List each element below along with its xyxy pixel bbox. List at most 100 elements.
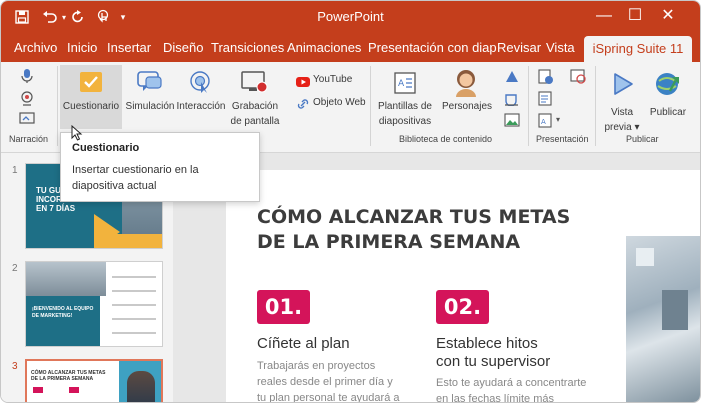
interaction-label[interactable]: Interacción xyxy=(176,101,226,112)
tab-ispring-suite[interactable]: iSpring Suite 11 xyxy=(584,36,692,62)
web-object-label[interactable]: Objeto Web xyxy=(313,97,366,108)
publish-label[interactable]: Publicar xyxy=(646,107,690,118)
slide-photo-detail xyxy=(636,248,654,266)
close-icon[interactable]: ✕ xyxy=(653,5,683,27)
youtube-icon[interactable] xyxy=(296,74,310,92)
slide-title-line: DE LA PRIMERA SEMANA xyxy=(257,231,521,253)
slide-number: 1 xyxy=(12,165,18,176)
slide-number: 2 xyxy=(12,263,18,274)
card-2-heading-line: con tu supervisor xyxy=(436,353,551,370)
sync-narration-icon[interactable] xyxy=(19,112,37,131)
ribbon-separator xyxy=(370,66,371,146)
svg-text:A: A xyxy=(398,79,405,89)
thumb-2-text-lines xyxy=(112,276,156,278)
slide-properties-icon[interactable] xyxy=(538,91,554,112)
screen-recording-icon[interactable] xyxy=(241,70,269,99)
publish-icon[interactable] xyxy=(654,71,682,102)
thumb-3-title-line: DE LA PRIMERA SEMANA xyxy=(31,376,94,382)
quiz-icon xyxy=(79,71,103,98)
preview-label-text: previa xyxy=(604,122,632,133)
preview-icon[interactable] xyxy=(612,72,634,101)
slide-photo-detail xyxy=(662,290,688,330)
slide-title-line: CÓMO ALCANZAR TUS METAS xyxy=(257,206,571,228)
simulation-label[interactable]: Simulación xyxy=(125,101,175,112)
image-icon[interactable] xyxy=(504,113,520,132)
web-object-icon[interactable] xyxy=(296,97,310,115)
thumb-2-panel xyxy=(26,296,100,346)
content-library-group-label: Biblioteca de contenido xyxy=(399,134,493,144)
title-bar: ▾ ▾ PowerPoint — ☐ ✕ xyxy=(1,1,700,34)
characters-icon[interactable] xyxy=(453,69,479,102)
quiz-label: Cuestionario xyxy=(62,101,120,112)
templates-label-1[interactable]: Plantillas de xyxy=(375,101,435,112)
card-2-number-badge: 02. xyxy=(436,290,489,324)
mouse-cursor-icon xyxy=(71,124,83,146)
card-2-heading-line: Establece hitos xyxy=(436,335,538,352)
card-1-number-badge: 01. xyxy=(257,290,310,324)
resources-dropdown-icon[interactable]: ▾ xyxy=(556,115,560,124)
screen-recording-label-2[interactable]: de pantalla xyxy=(227,116,283,127)
slide-editor[interactable]: CÓMO ALCANZAR TUS METAS DE LA PRIMERA SE… xyxy=(226,170,700,403)
thumb-2-photo xyxy=(26,262,106,296)
thumb-3-photo xyxy=(127,371,155,402)
player-icon[interactable] xyxy=(570,69,586,90)
simulation-icon[interactable] xyxy=(137,70,163,99)
resources-icon[interactable]: A xyxy=(538,113,554,134)
card-1-text: Trabajarás en proyectos reales desde el … xyxy=(257,358,437,403)
card-2-text-line: en las fechas límite más xyxy=(436,393,554,403)
thumb-1-title-line: EN 7 DÍAS xyxy=(36,204,76,213)
presentation-group-label: Presentación xyxy=(536,134,589,144)
ribbon-separator xyxy=(57,66,58,146)
minimize-icon[interactable]: — xyxy=(589,5,619,27)
templates-icon[interactable]: A xyxy=(393,71,417,100)
tooltip-body: Insertar cuestionario en la diapositiva … xyxy=(72,164,199,192)
shapes-icon[interactable] xyxy=(504,69,520,88)
preview-label-1[interactable]: Vista xyxy=(604,107,640,118)
card-2-text: Esto te ayudará a concentrarte en las fe… xyxy=(436,375,616,403)
slide-number: 3 xyxy=(12,361,18,372)
cup-icon[interactable] xyxy=(504,92,520,111)
characters-label[interactable]: Personajes xyxy=(441,101,493,112)
thumb-2-title-line: DE MARKETING! xyxy=(32,313,73,319)
thumb-2-title-line: ¡BIENVENIDO AL EQUIPO xyxy=(32,306,94,312)
narration-group-label: Narración xyxy=(9,134,49,144)
tab-archivo[interactable]: Archivo xyxy=(14,40,57,55)
quiz-tooltip: Cuestionario Insertar cuestionario en la… xyxy=(60,132,260,202)
svg-text:A: A xyxy=(541,118,546,126)
maximize-icon[interactable]: ☐ xyxy=(620,5,650,27)
thumb-1-accent-bar xyxy=(96,234,162,248)
ribbon-separator xyxy=(528,66,529,146)
card-1-text-line: tu plan personal te ayudará a xyxy=(257,392,400,403)
publish-group-label: Publicar xyxy=(626,134,659,144)
tab-diseno[interactable]: Diseño xyxy=(163,40,203,55)
tab-insertar[interactable]: Insertar xyxy=(107,40,151,55)
slide-title[interactable]: CÓMO ALCANZAR TUS METAS DE LA PRIMERA SE… xyxy=(257,205,570,255)
card-2-text-line: Esto te ayudará a concentrarte xyxy=(436,377,587,389)
powerpoint-window: ▾ ▾ PowerPoint — ☐ ✕ Archivo Inicio Inse… xyxy=(0,0,701,403)
microphone-icon[interactable] xyxy=(20,68,34,89)
tab-revisar[interactable]: Revisar xyxy=(497,40,541,55)
slide-thumbnail-2[interactable]: ¡BIENVENIDO AL EQUIPO DE MARKETING! xyxy=(25,261,163,347)
slide-photo xyxy=(626,236,700,402)
preview-label-2[interactable]: previa ▾ xyxy=(602,122,642,133)
interaction-icon[interactable] xyxy=(189,70,213,99)
thumb-3-badge xyxy=(69,387,79,393)
tab-vista[interactable]: Vista xyxy=(546,40,575,55)
tab-transiciones[interactable]: Transiciones xyxy=(211,40,284,55)
card-1-text-line: Trabajarás en proyectos xyxy=(257,360,376,372)
screen-recording-label-1[interactable]: Grabación xyxy=(229,101,281,112)
webcam-icon[interactable] xyxy=(19,90,35,111)
thumb-3-title: CÓMO ALCANZAR TUS METAS DE LA PRIMERA SE… xyxy=(31,370,105,382)
youtube-label[interactable]: YouTube xyxy=(313,74,352,85)
card-2-heading: Establece hitos con tu supervisor xyxy=(436,335,550,371)
thumb-3-badge xyxy=(33,387,43,393)
ribbon-separator xyxy=(595,66,596,146)
templates-label-2[interactable]: diapositivas xyxy=(375,116,435,127)
tab-inicio[interactable]: Inicio xyxy=(67,40,97,55)
tab-animaciones[interactable]: Animaciones xyxy=(287,40,361,55)
presentation-settings-icon[interactable] xyxy=(538,69,554,90)
card-1-heading: Cíñete al plan xyxy=(257,335,350,352)
tab-presentacion[interactable]: Presentación con diap xyxy=(368,40,497,55)
card-1-text-line: reales desde el primer día y xyxy=(257,376,393,388)
slide-thumbnail-3[interactable]: CÓMO ALCANZAR TUS METAS DE LA PRIMERA SE… xyxy=(25,359,163,402)
